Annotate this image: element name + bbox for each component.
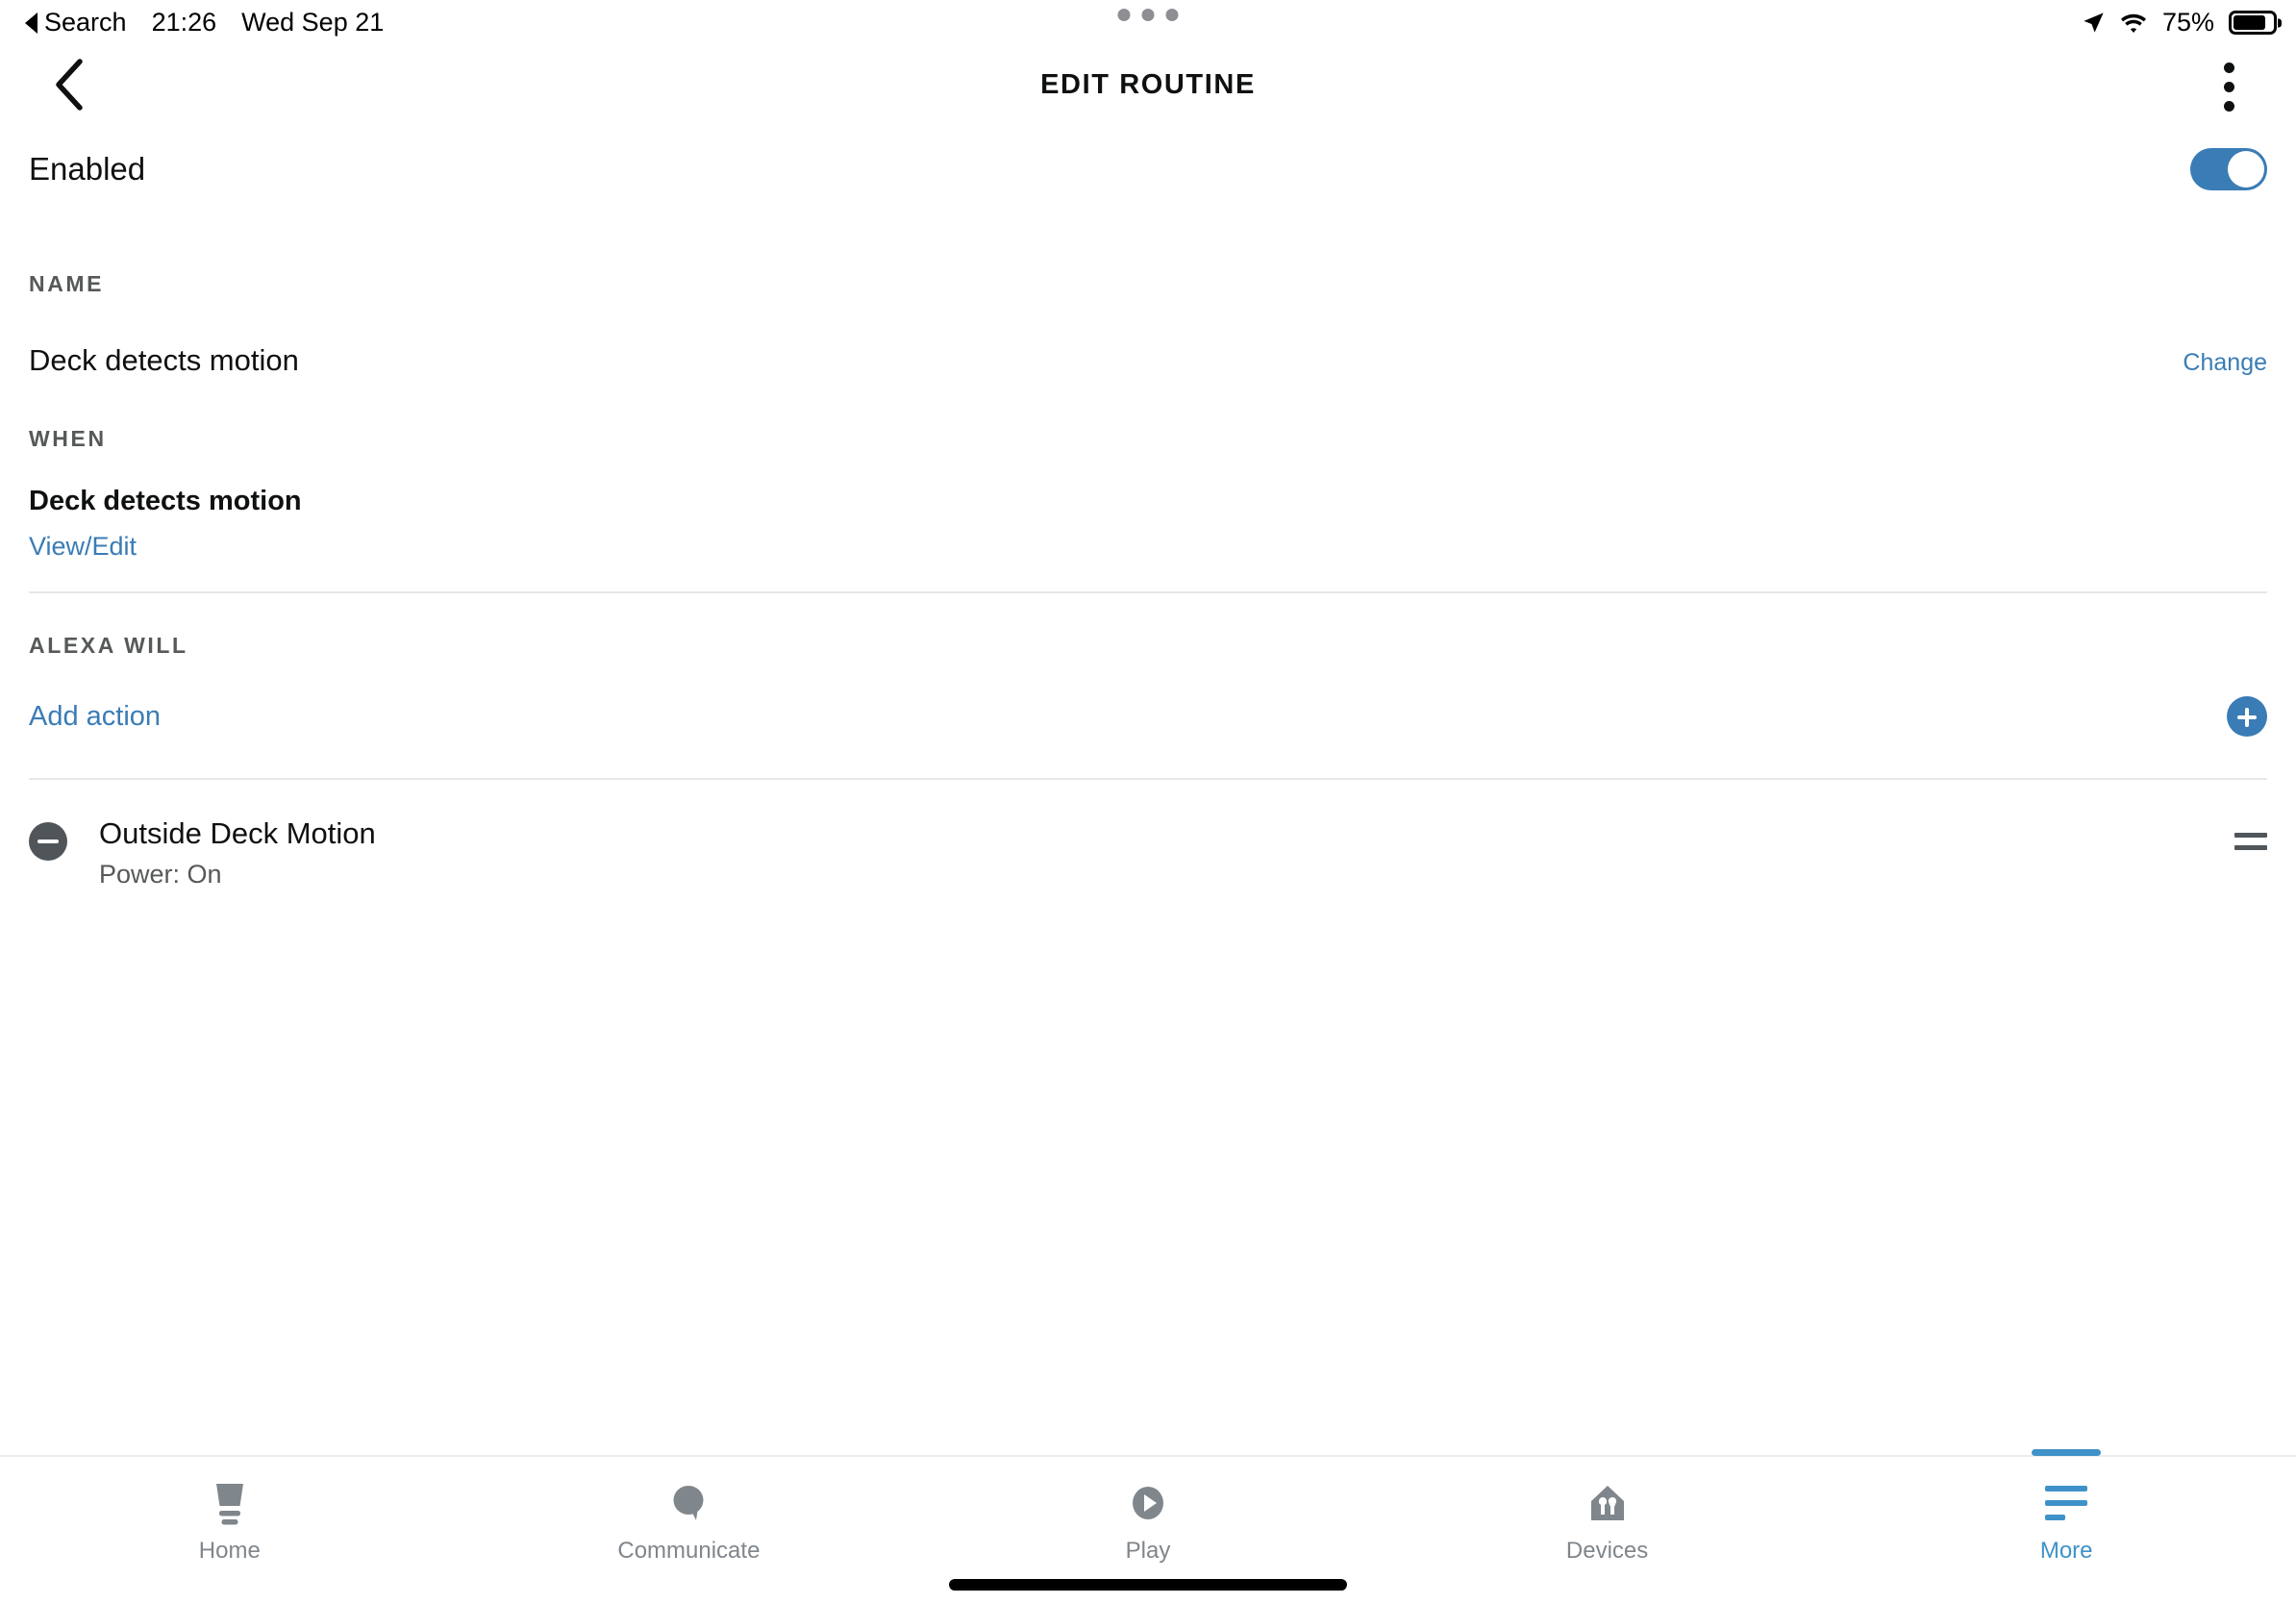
action-list-item[interactable]: Outside Deck Motion Power: On (0, 815, 2296, 890)
menu-dot (2223, 100, 2234, 112)
battery-fill (2234, 15, 2265, 30)
menu-dot (2223, 62, 2234, 73)
divider (29, 591, 2267, 593)
when-trigger-text: Deck detects motion (29, 486, 302, 516)
tab-label: Play (1125, 1538, 1171, 1564)
routine-name-value: Deck detects motion (29, 343, 299, 377)
battery-percentage: 75% (2161, 8, 2214, 37)
plus-circle-icon[interactable] (2227, 696, 2267, 737)
tab-devices[interactable]: Devices (1378, 1457, 1837, 1604)
tab-communicate[interactable]: Communicate (460, 1457, 919, 1604)
toggle-knob (2228, 151, 2264, 188)
drag-handle-icon[interactable] (2234, 833, 2267, 850)
alexa-home-icon (208, 1478, 252, 1528)
change-name-link[interactable]: Change (2183, 349, 2267, 377)
menu-line (2045, 1486, 2088, 1491)
app-screen: Search 21:26 Wed Sep 21 75% EDIT ROUTINE… (0, 0, 2296, 1604)
tab-home[interactable]: Home (0, 1457, 460, 1604)
action-subtitle: Power: On (99, 859, 222, 889)
status-bar-right: 75% (2081, 8, 2277, 38)
alexa-will-section-header: ALEXA WILL (29, 633, 188, 658)
action-item-main: Outside Deck Motion Power: On (29, 815, 376, 890)
name-section-header: NAME (29, 271, 105, 296)
tab-label: Communicate (617, 1538, 761, 1564)
tab-label: Devices (1565, 1538, 1649, 1564)
menu-line (2045, 1515, 2066, 1520)
page-title: EDIT ROUTINE (1040, 69, 1256, 100)
enabled-label: Enabled (29, 151, 146, 187)
name-row: Deck detects motion Change (0, 343, 2296, 378)
battery-icon (2229, 11, 2277, 35)
nav-header: EDIT ROUTINE (0, 44, 2296, 121)
multitask-dot (1117, 9, 1131, 21)
speech-bubble-icon (666, 1478, 711, 1528)
house-devices-icon (1585, 1478, 1630, 1528)
status-bar: Search 21:26 Wed Sep 21 75% (0, 0, 2296, 44)
view-edit-link[interactable]: View/Edit (0, 532, 2296, 562)
multitask-dot (1141, 9, 1155, 21)
add-action-row: Add action (0, 696, 2296, 737)
tab-label: More (2039, 1538, 2093, 1564)
action-item-texts: Outside Deck Motion Power: On (99, 815, 376, 890)
multitasking-control[interactable] (1117, 9, 1179, 21)
status-time: 21:26 (151, 7, 217, 37)
multitask-dot (1165, 9, 1179, 21)
tab-label: Home (198, 1538, 261, 1564)
action-title: Outside Deck Motion (99, 816, 376, 850)
menu-dot (2223, 81, 2234, 92)
enabled-row: Enabled (0, 121, 2296, 217)
back-to-app-icon[interactable] (25, 12, 37, 34)
status-bar-left: Search 21:26 Wed Sep 21 (25, 8, 384, 38)
home-indicator[interactable] (949, 1579, 1347, 1591)
wifi-icon (2120, 13, 2146, 33)
menu-line (2045, 1500, 2088, 1506)
add-action-link[interactable]: Add action (29, 701, 161, 733)
status-date: Wed Sep 21 (241, 7, 385, 37)
overflow-menu-button[interactable] (2204, 60, 2254, 113)
tab-more[interactable]: More (1836, 1457, 2296, 1604)
minus-circle-icon[interactable] (29, 822, 67, 861)
drag-bar (2234, 845, 2267, 850)
hamburger-menu-icon (2045, 1478, 2088, 1528)
play-circle-icon (1126, 1478, 1170, 1528)
enabled-toggle[interactable] (2190, 148, 2267, 190)
when-section-header: WHEN (29, 426, 107, 451)
main-content: Enabled NAME Deck detects motion Change … (0, 121, 2296, 890)
status-back-app-label[interactable]: Search (44, 8, 127, 38)
location-arrow-icon (2084, 13, 2104, 33)
divider (29, 778, 2267, 780)
drag-bar (2234, 833, 2267, 838)
